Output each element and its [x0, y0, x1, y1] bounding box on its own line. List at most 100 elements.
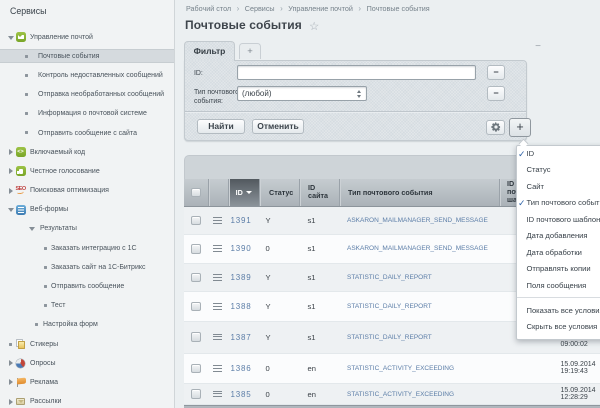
row-actions-menu-icon[interactable] [213, 217, 222, 224]
sidebar-item-stickers[interactable]: Стикеры [0, 335, 175, 354]
collapsed-arrow-icon[interactable] [9, 168, 13, 174]
column-menu-action[interactable]: Показать все условия [517, 303, 600, 320]
remove-filter-field-button[interactable]: − [487, 65, 505, 80]
sidebar-item-label[interactable]: Включаемый код [30, 149, 85, 156]
remove-filter-field-button[interactable]: − [487, 86, 505, 101]
row-id-link[interactable]: 1385 [228, 390, 259, 399]
row-checkbox[interactable] [191, 302, 201, 312]
filter-settings-button[interactable] [486, 120, 505, 136]
sidebar-item-order-1c-bitrix-site[interactable]: Заказать сайт на 1С-Битрикс [0, 258, 175, 277]
row-actions-menu-icon[interactable] [213, 391, 222, 398]
column-menu-item[interactable]: Сайт [517, 179, 600, 196]
row-checkbox[interactable] [191, 364, 201, 374]
column-menu-item[interactable]: Дата добавления [517, 228, 600, 245]
sidebar-item-label[interactable]: Рассылки [30, 398, 61, 405]
column-menu-item[interactable]: Статус [517, 162, 600, 179]
filter-id-input[interactable] [237, 65, 476, 81]
row-checkbox[interactable] [191, 216, 201, 226]
sidebar-item-include-code[interactable]: <>Включаемый код [0, 143, 175, 162]
filter-collapse-button[interactable]: − [533, 43, 543, 53]
sidebar-item-label[interactable]: Информация о почтовой системе [38, 110, 147, 117]
column-menu-item[interactable]: Поля сообщения [517, 278, 600, 295]
row-id-link[interactable]: 1387 [228, 333, 259, 342]
row-event-type-link[interactable]: STATISTIC_DAILY_REPORT [339, 274, 499, 281]
row-event-type-link[interactable]: STATISTIC_ACTIVITY_EXCEEDING [339, 391, 499, 398]
sidebar-item-polls[interactable]: Опросы [0, 354, 175, 373]
collapsed-arrow-icon[interactable] [9, 360, 13, 366]
column-menu-item[interactable]: Отправлять копии [517, 261, 600, 278]
filter-tab[interactable]: Фильтр [184, 41, 235, 61]
column-menu-item[interactable]: ✓ID [517, 146, 600, 163]
breadcrumb-link[interactable]: Рабочий стол [186, 4, 231, 13]
column-menu-item[interactable]: ID почтового шаблона [517, 212, 600, 229]
sidebar-item-label[interactable]: Тест [51, 302, 65, 309]
header-id-column[interactable]: ID [228, 179, 259, 207]
sidebar-item-mail-manage[interactable]: Управление почтой [0, 28, 175, 47]
breadcrumb-link[interactable]: Сервисы [245, 4, 275, 13]
row-id-link[interactable]: 1388 [228, 302, 259, 311]
sidebar-item-mail-system-info[interactable]: Информация о почтовой системе [0, 104, 175, 123]
sidebar-item-label[interactable]: Отправка необработанных сообщений [38, 91, 164, 98]
row-checkbox[interactable] [191, 244, 201, 254]
header-status-column[interactable]: Статус [259, 179, 300, 207]
collapsed-arrow-icon[interactable] [9, 399, 13, 405]
header-site-column[interactable]: ID сайта [299, 179, 339, 207]
sidebar-item-label[interactable]: Веб-формы [30, 206, 68, 213]
sidebar-item-webforms[interactable]: Веб-формы [0, 200, 175, 219]
breadcrumb-link[interactable]: Управление почтой [288, 4, 353, 13]
sidebar-item-label[interactable]: Стикеры [30, 341, 58, 348]
sidebar-item-label[interactable]: Отправить сообщение [51, 283, 124, 290]
row-actions-menu-icon[interactable] [213, 303, 222, 310]
find-button[interactable]: Найти [197, 119, 245, 135]
sidebar-item-label[interactable]: Реклама [30, 379, 58, 386]
row-checkbox[interactable] [191, 273, 201, 283]
column-menu-item[interactable]: ✓Тип почтового события [517, 195, 600, 212]
sidebar-item-label[interactable]: Управление почтой [30, 34, 93, 41]
sidebar-item-results[interactable]: Результаты [0, 219, 175, 238]
collapsed-arrow-icon[interactable] [9, 149, 13, 155]
sidebar-item-forms-setup[interactable]: Настройка форм [0, 315, 175, 334]
row-id-link[interactable]: 1386 [228, 364, 259, 373]
sidebar-item-order-1c-integration[interactable]: Заказать интеграцию с 1С [0, 239, 175, 258]
sidebar-item-label[interactable]: Поисковая оптимизация [30, 187, 109, 194]
favorite-star-icon[interactable]: ☆ [309, 19, 319, 33]
row-event-type-link[interactable]: ASKARON_MAILMANAGER_SEND_MESSAGE [339, 217, 499, 224]
sidebar-item-label[interactable]: Отправить сообщение с сайта [38, 130, 137, 137]
expanded-arrow-icon[interactable] [29, 227, 35, 231]
sidebar-item-label[interactable]: Почтовые события [38, 53, 99, 60]
row-actions-menu-icon[interactable] [213, 274, 222, 281]
row-actions-menu-icon[interactable] [213, 245, 222, 252]
row-checkbox[interactable] [191, 332, 201, 342]
add-filter-tab-button[interactable]: + [239, 43, 261, 60]
collapsed-arrow-icon[interactable] [9, 379, 13, 385]
sidebar-item-test[interactable]: Тест [0, 296, 175, 315]
expanded-arrow-icon[interactable] [8, 208, 14, 212]
row-event-type-link[interactable]: ASKARON_MAILMANAGER_SEND_MESSAGE [339, 245, 499, 252]
select-all-checkbox[interactable] [191, 188, 201, 198]
row-event-type-link[interactable]: STATISTIC_ACTIVITY_EXCEEDING [339, 365, 499, 372]
column-menu-item[interactable]: Дата обработки [517, 245, 600, 262]
sidebar-item-ads[interactable]: Реклама [0, 373, 175, 392]
filter-type-select[interactable]: (любой) [237, 86, 367, 102]
sidebar-item-mail-events[interactable]: Почтовые события [0, 47, 175, 66]
sidebar-item-label[interactable]: Заказать интеграцию с 1С [51, 245, 137, 252]
sidebar-item-label[interactable]: Контроль недоставленных сообщений [38, 72, 163, 79]
sidebar-item-mailing[interactable]: Рассылки [0, 392, 175, 408]
expanded-arrow-icon[interactable] [8, 36, 14, 40]
breadcrumb-link[interactable]: Почтовые события [367, 4, 430, 13]
sidebar-item-label[interactable]: Честное голосование [30, 168, 100, 175]
row-actions-menu-icon[interactable] [213, 334, 222, 341]
sidebar-item-label[interactable]: Настройка форм [43, 321, 98, 328]
sidebar-item-seo[interactable]: SEOПоисковая оптимизация [0, 181, 175, 200]
sidebar-item-label[interactable]: Опросы [30, 360, 56, 367]
column-menu-action[interactable]: Скрыть все условия [517, 319, 600, 336]
sidebar-item-send-message[interactable]: Отправить сообщение [0, 277, 175, 296]
row-id-link[interactable]: 1391 [228, 216, 259, 225]
row-id-link[interactable]: 1390 [228, 244, 259, 253]
sidebar-item-send-site-message[interactable]: Отправить сообщение с сайта [0, 123, 175, 142]
sidebar-item-label[interactable]: Заказать сайт на 1С-Битрикс [51, 264, 146, 271]
add-filter-condition-button[interactable]: + [509, 118, 531, 137]
sidebar-item-undelivered-control[interactable]: Контроль недоставленных сообщений [0, 66, 175, 85]
row-actions-menu-icon[interactable] [213, 365, 222, 372]
row-event-type-link[interactable]: STATISTIC_DAILY_REPORT [339, 303, 499, 310]
